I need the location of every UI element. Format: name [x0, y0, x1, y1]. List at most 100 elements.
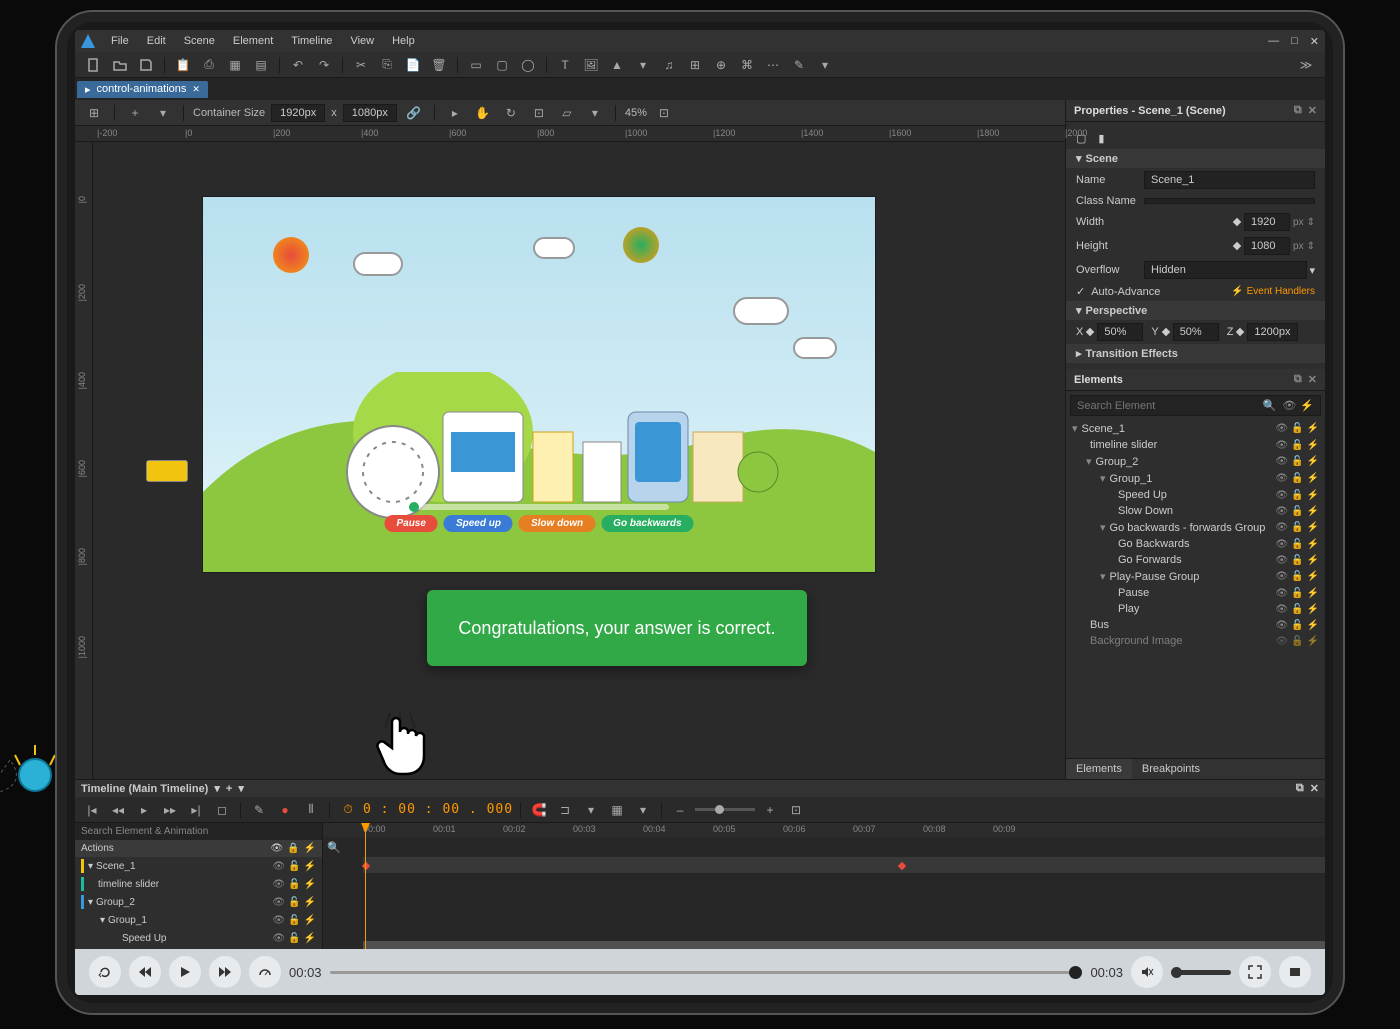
delete-icon[interactable]: 🗑: [428, 55, 450, 75]
maximize-icon[interactable]: □: [1291, 35, 1298, 48]
redo-icon[interactable]: ↷: [313, 55, 335, 75]
chevron-down-icon[interactable]: ▾: [1309, 264, 1315, 277]
eye-icon[interactable]: 👁: [272, 897, 285, 908]
menu-scene[interactable]: Scene: [176, 33, 223, 49]
eye-icon[interactable]: 👁: [1275, 620, 1288, 631]
bus-element[interactable]: [146, 460, 188, 482]
prev-frame-icon[interactable]: ◂◂: [107, 800, 129, 820]
keyframe-icon[interactable]: [1233, 242, 1241, 250]
lock-icon[interactable]: 🔓: [1291, 522, 1303, 533]
scene-artboard[interactable]: Pause Speed up Slow down Go backwards: [203, 197, 875, 572]
lock-icon[interactable]: 🔒: [287, 843, 299, 854]
lock-icon[interactable]: 🔓: [288, 897, 300, 908]
persp-z-input[interactable]: 1200px: [1247, 323, 1297, 341]
scene-tab-icon[interactable]: ▮: [1098, 132, 1104, 145]
seek-bar[interactable]: [330, 971, 1083, 974]
fullscreen-button[interactable]: [1239, 956, 1271, 988]
timeline-row[interactable]: Speed Up👁🔓⚡: [75, 929, 322, 947]
popout-icon[interactable]: ⧉: [1294, 373, 1302, 386]
eye-icon[interactable]: 👁: [1275, 555, 1288, 566]
chevron-down-icon[interactable]: ▾: [238, 782, 244, 795]
dropdown-icon[interactable]: ▾: [814, 55, 836, 75]
height-input[interactable]: 1080: [1244, 237, 1290, 255]
bolt-icon[interactable]: ⚡: [1307, 456, 1319, 467]
bolt-icon[interactable]: ⚡: [1307, 490, 1319, 501]
ellipse-icon[interactable]: ◯: [517, 55, 539, 75]
slider-track[interactable]: [409, 504, 669, 510]
eye-icon[interactable]: 👁: [1282, 399, 1296, 412]
lock-icon[interactable]: 🔓: [288, 861, 300, 872]
close-icon[interactable]: ✕: [1308, 373, 1317, 386]
seek-handle[interactable]: [1069, 966, 1082, 979]
lock-icon[interactable]: 🔓: [1291, 473, 1303, 484]
stepper-icon[interactable]: ⇕: [1307, 241, 1315, 252]
goto-start-icon[interactable]: |◂: [81, 800, 103, 820]
chevron-down-icon[interactable]: ▾: [152, 103, 174, 123]
pen-icon[interactable]: ✎: [788, 55, 810, 75]
bolt-icon[interactable]: ⚡: [1307, 473, 1319, 484]
eye-icon[interactable]: 👁: [1275, 636, 1288, 647]
eye-icon[interactable]: 👁: [272, 879, 285, 890]
transition-group[interactable]: ▸Transition Effects: [1066, 344, 1325, 363]
lock-icon[interactable]: 🔓: [288, 933, 300, 944]
grid-icon[interactable]: ▦: [606, 800, 628, 820]
text-icon[interactable]: T: [554, 55, 576, 75]
bolt-icon[interactable]: ⚡: [1307, 588, 1319, 599]
classname-input[interactable]: [1144, 198, 1315, 204]
open-icon[interactable]: [109, 55, 131, 75]
loop-icon[interactable]: ◻: [211, 800, 233, 820]
paste-icon[interactable]: 📄: [402, 55, 424, 75]
keyframe-icon[interactable]: [1086, 328, 1094, 336]
elements-panel-header[interactable]: Elements ⧉✕: [1066, 369, 1325, 391]
crop-icon[interactable]: ⊡: [528, 103, 550, 123]
search-input[interactable]: [1077, 399, 1263, 412]
bolt-icon[interactable]: ⚡: [1307, 423, 1319, 434]
element-tree-item[interactable]: ▾Play-Pause Group👁🔓⚡: [1066, 568, 1325, 585]
playhead[interactable]: [365, 823, 366, 949]
eye-icon[interactable]: 👁: [1275, 588, 1288, 599]
gobackwards-button[interactable]: Go backwards: [601, 515, 693, 532]
hand-icon[interactable]: ✋: [472, 103, 494, 123]
element-tree-item[interactable]: timeline slider👁🔓⚡: [1066, 437, 1325, 453]
document-tab[interactable]: ▸ control-animations ✕: [77, 81, 208, 98]
image-icon[interactable]: 🖼: [580, 55, 602, 75]
menu-help[interactable]: Help: [384, 33, 423, 49]
eye-icon[interactable]: 👁: [272, 933, 285, 944]
add-icon[interactable]: +: [124, 103, 146, 123]
next-frame-icon[interactable]: ▸▸: [159, 800, 181, 820]
menu-timeline[interactable]: Timeline: [283, 33, 340, 49]
overflow-icon[interactable]: ≫: [1295, 55, 1317, 75]
bolt-icon[interactable]: ⚡: [1307, 555, 1319, 566]
slowdown-button[interactable]: Slow down: [519, 515, 595, 532]
lock-icon[interactable]: 🔓: [1291, 555, 1303, 566]
element-tree-item[interactable]: Background Image👁🔓⚡: [1066, 633, 1325, 649]
lock-icon[interactable]: 🔓: [288, 915, 300, 926]
volume-slider[interactable]: [1171, 970, 1231, 975]
eye-icon[interactable]: 👁: [1275, 571, 1288, 582]
grid-icon[interactable]: ▦: [224, 55, 246, 75]
rect-icon[interactable]: ▢: [491, 55, 513, 75]
rotate-icon[interactable]: ↻: [500, 103, 522, 123]
eye-icon[interactable]: 👁: [1275, 440, 1288, 451]
magnet-icon[interactable]: 🧲: [528, 800, 550, 820]
lock-icon[interactable]: 🔓: [1291, 604, 1303, 615]
scene-group[interactable]: ▾Scene: [1066, 149, 1325, 168]
tab-breakpoints[interactable]: Breakpoints: [1132, 759, 1210, 779]
undo-icon[interactable]: ↶: [287, 55, 309, 75]
loop-button[interactable]: [89, 956, 121, 988]
persp-x-input[interactable]: 50%: [1097, 323, 1143, 341]
div-icon[interactable]: ▭: [465, 55, 487, 75]
bolt-icon[interactable]: ⚡: [304, 879, 316, 890]
chevron-down-icon[interactable]: ▾: [214, 782, 220, 795]
element-tree-item[interactable]: Play👁🔓⚡: [1066, 601, 1325, 617]
zoom-out-icon[interactable]: –: [669, 800, 691, 820]
save-icon[interactable]: [135, 55, 157, 75]
link-icon[interactable]: 🔗: [403, 103, 425, 123]
close-icon[interactable]: ✕: [1310, 782, 1319, 795]
lock-icon[interactable]: 🔓: [1291, 506, 1303, 517]
timeline-row[interactable]: ▾Group_1👁🔓⚡: [75, 911, 322, 929]
layers-icon[interactable]: ▤: [250, 55, 272, 75]
bolt-icon[interactable]: ⚡: [304, 933, 316, 944]
lock-icon[interactable]: 🔓: [1291, 440, 1303, 451]
element-tree-item[interactable]: Bus👁🔓⚡: [1066, 617, 1325, 633]
